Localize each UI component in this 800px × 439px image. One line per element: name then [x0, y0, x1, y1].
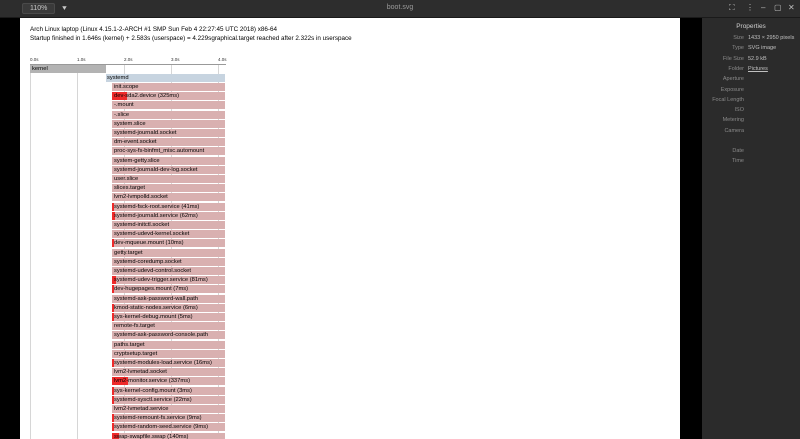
property-row: Folder Pictures	[702, 66, 800, 75]
unit-label: dev-mqueue.mount (10ms)	[114, 240, 184, 246]
viewer-margin-left	[0, 18, 20, 439]
property-row: Focal Length	[702, 97, 800, 106]
property-key: ISO	[734, 107, 744, 113]
unit-label: dm-event.socket	[114, 139, 157, 145]
property-row: Size 1433 × 2950 pixels	[702, 35, 800, 44]
property-row: File Size 52.9 kB	[702, 56, 800, 65]
unit-label: systemd-initctl.socket	[114, 222, 170, 228]
unit-label: dev-sda2.device (325ms)	[114, 93, 180, 99]
unit-label: -.slice	[114, 112, 130, 118]
property-row: Type SVG image	[702, 45, 800, 54]
unit-label: swap-swapfile.swap (140ms)	[114, 434, 189, 439]
unit-label: -.mount	[114, 102, 134, 108]
time-tick-label: 4.0s	[218, 57, 227, 62]
property-value: SVG image	[748, 45, 777, 51]
time-tick-label: 1.0s	[77, 57, 86, 62]
property-key: Exposure	[720, 87, 744, 93]
property-value: 1433 × 2950 pixels	[748, 35, 795, 41]
unit-label: systemd-modules-load.service (16ms)	[114, 360, 212, 366]
time-gridline	[77, 65, 78, 439]
unit-label: systemd-udevd-kernel.socket	[114, 231, 190, 237]
unit-label: systemd-random-seed.service (9ms)	[114, 424, 209, 430]
property-row: Time	[702, 158, 800, 167]
unit-label: user.slice	[114, 176, 139, 182]
property-key: Focal Length	[712, 97, 744, 103]
property-key: Size	[733, 35, 744, 41]
unit-label: sys-kernel-debug.mount (5ms)	[114, 314, 193, 320]
unit-label: lvm2-lvmpolld.socket	[114, 194, 168, 200]
kernel-label: kernel	[32, 66, 48, 72]
unit-label: systemd-remount-fs.service (9ms)	[114, 415, 202, 421]
time-tick-label: 3.0s	[171, 57, 180, 62]
unit-label: kmod-static-nodes.service (6ms)	[114, 305, 198, 311]
unit-label: remote-fs.target	[114, 323, 155, 329]
time-tick-label: 2.0s	[124, 57, 133, 62]
fullscreen-icon[interactable]: ⛶	[729, 3, 735, 13]
unit-label: lvm2-lvmetad.socket	[114, 369, 167, 375]
property-row: Metering	[702, 117, 800, 126]
unit-label: cryptsetup.target	[114, 351, 158, 357]
unit-label: systemd-journald.socket	[114, 130, 177, 136]
property-row: ISO	[702, 107, 800, 116]
unit-label: init.scope	[114, 84, 139, 90]
unit-label: lvm2-monitor.service (337ms)	[114, 378, 191, 384]
unit-label: dev-hugepages.mount (7ms)	[114, 286, 189, 292]
minimize-icon[interactable]: –	[761, 3, 765, 13]
viewer-margin-right	[680, 18, 702, 439]
window-title: boot.svg	[386, 4, 414, 11]
property-row: Aperture	[702, 76, 800, 85]
property-key: Time	[731, 158, 744, 164]
unit-label: system.slice	[114, 121, 146, 127]
properties-title: Properties	[736, 23, 766, 30]
unit-label: systemd-coredump.socket	[114, 259, 182, 265]
property-key: Date	[732, 148, 744, 154]
close-icon[interactable]: ✕	[788, 3, 795, 13]
property-key: Folder	[728, 66, 744, 72]
unit-label: systemd-udevd-control.socket	[114, 268, 192, 274]
time-gridline	[30, 65, 31, 439]
unit-label: system-getty.slice	[114, 158, 160, 164]
systemd-label: systemd	[107, 75, 129, 81]
unit-label: slices.target	[114, 185, 145, 191]
unit-label: proc-sys-fs-binfmt_misc.automount	[114, 148, 205, 154]
unit-label: systemd-sysctl.service (22ms)	[114, 397, 192, 403]
property-row: Camera	[702, 128, 800, 137]
property-key: Type	[732, 45, 744, 51]
title-bar: 110% ⯆ boot.svg ⛶ ⋮ – ▢ ✕	[0, 0, 800, 18]
property-key: Metering	[722, 117, 744, 123]
boot-header: Arch Linux laptop (Linux 4.15.1-2-ARCH #…	[30, 26, 277, 33]
unit-label: sys-kernel-config.mount (3ms)	[114, 388, 192, 394]
unit-label: lvm2-lvmetad.service	[114, 406, 169, 412]
properties-panel: Properties Size 1433 × 2950 pixels Type SVG…	[702, 18, 800, 439]
unit-label: systemd-journald.service (62ms)	[114, 213, 198, 219]
property-row: Date	[702, 148, 800, 157]
time-tick-label: 0.0s	[30, 57, 39, 62]
unit-label: systemd-fsck-root.service (41ms)	[114, 204, 200, 210]
unit-label: systemd-udev-trigger.service (81ms)	[114, 277, 208, 283]
unit-label: getty.target	[114, 250, 143, 256]
property-key: Aperture	[722, 76, 744, 82]
property-key: File Size	[722, 56, 744, 62]
property-key: Camera	[724, 128, 744, 134]
unit-label: systemd-journald-dev-log.socket	[114, 167, 198, 173]
unit-label: paths.target	[114, 342, 145, 348]
folder-link[interactable]: Pictures	[748, 66, 768, 72]
boot-summary: Startup finished in 1.646s (kernel) + 2.…	[30, 35, 352, 42]
property-row: Exposure	[702, 87, 800, 96]
property-value: 52.9 kB	[748, 56, 767, 62]
unit-label: systemd-ask-password-console.path	[114, 332, 209, 338]
image-canvas[interactable]: Arch Linux laptop (Linux 4.15.1-2-ARCH #…	[20, 18, 680, 439]
maximize-icon[interactable]: ▢	[774, 3, 782, 13]
unit-label: systemd-ask-password-wall.path	[114, 296, 199, 302]
menu-icon[interactable]: ⋮	[746, 3, 754, 13]
